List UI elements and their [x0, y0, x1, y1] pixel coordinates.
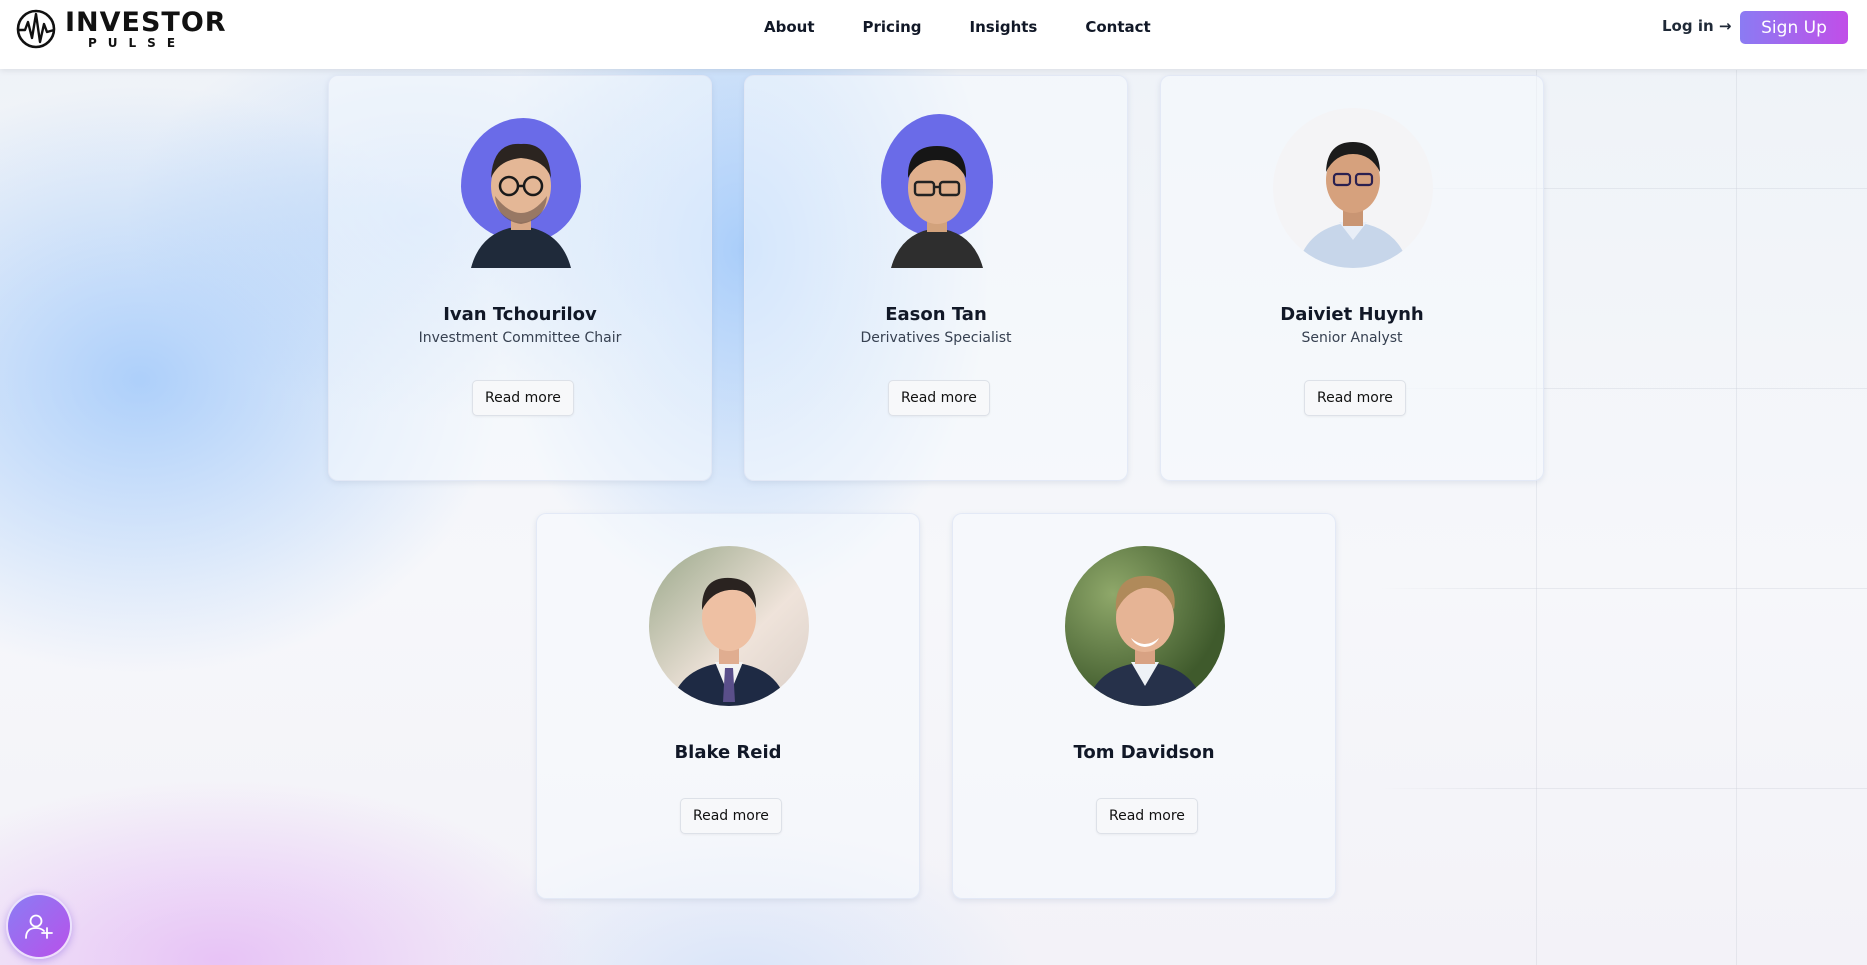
brand-logo[interactable]: INVESTOR PULSE: [15, 8, 227, 50]
avatar-circle: [649, 546, 809, 706]
brand-name: INVESTOR: [65, 7, 227, 38]
nav-link-pricing[interactable]: Pricing: [863, 18, 922, 36]
member-name: Eason Tan: [885, 304, 987, 325]
team-card-blake: Blake Reid Read more: [536, 513, 920, 899]
nav-link-insights[interactable]: Insights: [970, 18, 1038, 36]
portrait-image: [1297, 142, 1409, 268]
member-name: Blake Reid: [674, 742, 782, 763]
avatar: [1273, 108, 1433, 268]
member-name: Ivan Tchourilov: [443, 304, 597, 325]
member-title: Senior Analyst: [1301, 330, 1403, 346]
portrait-image: [671, 577, 787, 706]
portrait-image: [471, 143, 571, 268]
brand-subname: PULSE: [88, 36, 187, 50]
member-title: Derivatives Specialist: [860, 330, 1012, 346]
avatar-circle: [1273, 108, 1433, 268]
avatar-circle: [1065, 546, 1225, 706]
avatar: [857, 108, 1017, 268]
add-user-fab[interactable]: [6, 893, 72, 959]
nav-link-contact[interactable]: Contact: [1085, 18, 1150, 36]
read-more-button[interactable]: Read more: [1304, 380, 1406, 416]
site-header: INVESTOR PULSE About Pricing Insights Co…: [0, 0, 1867, 69]
portrait-image: [891, 146, 983, 268]
add-user-icon: [25, 914, 53, 939]
nav-link-about[interactable]: About: [764, 18, 815, 36]
portrait-image: [1087, 575, 1203, 706]
member-name: Daiviet Huynh: [1280, 304, 1424, 325]
pulse-logo-icon: [16, 9, 56, 49]
member-name: Tom Davidson: [1073, 742, 1215, 763]
avatar: [649, 546, 809, 706]
read-more-button[interactable]: Read more: [680, 798, 782, 834]
read-more-button[interactable]: Read more: [472, 380, 574, 416]
avatar: [1065, 546, 1225, 706]
read-more-button[interactable]: Read more: [1096, 798, 1198, 834]
main-nav: About Pricing Insights Contact: [764, 18, 1199, 36]
team-card-eason: Eason Tan Derivatives Specialist Read mo…: [744, 75, 1128, 481]
member-title: Investment Committee Chair: [418, 330, 622, 346]
read-more-button[interactable]: Read more: [888, 380, 990, 416]
signup-button[interactable]: Sign Up: [1740, 11, 1848, 44]
team-card-tom: Tom Davidson Read more: [952, 513, 1336, 899]
avatar: [441, 108, 601, 268]
login-link[interactable]: Log in →: [1662, 17, 1731, 35]
team-card-daiviet: Daiviet Huynh Senior Analyst Read more: [1160, 75, 1544, 481]
team-card-ivan: Ivan Tchourilov Investment Committee Cha…: [328, 75, 712, 481]
